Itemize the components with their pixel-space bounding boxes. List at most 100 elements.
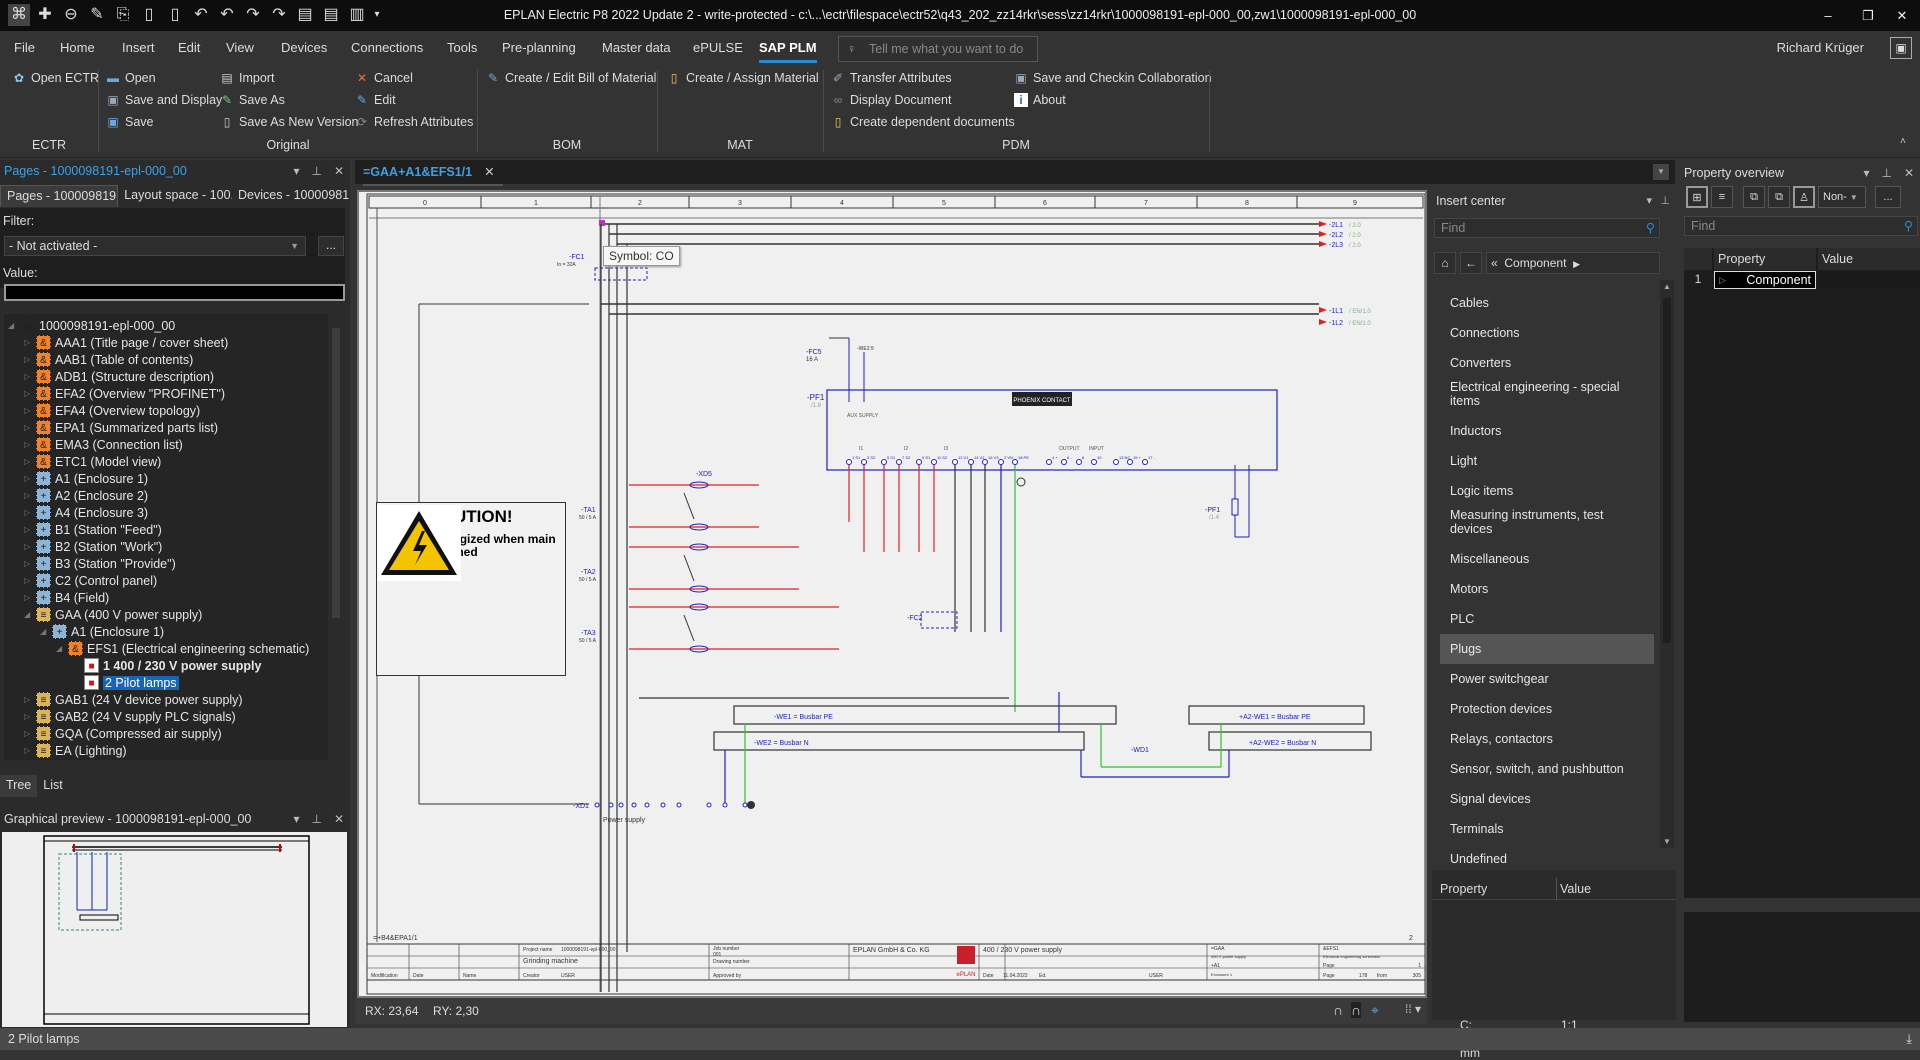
- expand-icon[interactable]: ▷: [24, 406, 36, 415]
- tab-layout-space[interactable]: Layout space - 100...: [118, 185, 232, 207]
- tree-node[interactable]: ▷ & EMA3 (Connection list): [24, 436, 183, 453]
- back-button[interactable]: ←: [1460, 252, 1482, 274]
- expand-icon[interactable]: ▷: [24, 457, 36, 466]
- tree-node[interactable]: ▷ + B2 (Station "Work"): [24, 538, 162, 555]
- insert-center-scrollbar[interactable]: ▲ ▼: [1660, 280, 1674, 848]
- tree-node[interactable]: ▷ & ETC1 (Model view): [24, 453, 161, 470]
- tree-node[interactable]: ▷ & ADB1 (Structure description): [24, 368, 214, 385]
- value-input[interactable]: [4, 284, 345, 301]
- tree-node[interactable]: ■ 1 400 / 230 V power supply: [72, 657, 261, 674]
- scroll-up-icon[interactable]: ▲: [1663, 282, 1671, 291]
- download-icon[interactable]: ⤓: [1906, 1028, 1912, 1050]
- insert-center-item[interactable]: Motors: [1440, 574, 1654, 604]
- tell-me-search[interactable]: ♀ Tell me what you want to do: [838, 36, 1038, 62]
- list-view-icon[interactable]: ≡: [1711, 186, 1733, 208]
- menu-pre-planning[interactable]: Pre-planning: [502, 40, 576, 55]
- panel-menu-icon[interactable]: ▾: [293, 160, 299, 182]
- menu-home[interactable]: Home: [60, 40, 95, 55]
- insert-center-item[interactable]: Terminals: [1440, 814, 1654, 844]
- refresh-attributes-button[interactable]: ⟳ Refresh Attributes: [355, 112, 473, 132]
- minimize-button[interactable]: –: [1808, 0, 1848, 31]
- expand-icon[interactable]: ▷: [24, 474, 36, 483]
- collapse-icon[interactable]: ◢: [8, 321, 20, 330]
- tab-pages[interactable]: Pages - 100009819...: [0, 185, 119, 207]
- snap-grid-icon[interactable]: ∩: [1351, 1002, 1362, 1018]
- cancel-button[interactable]: ✕ Cancel: [355, 68, 413, 88]
- insert-center-item[interactable]: Connections: [1440, 318, 1654, 348]
- tree-node[interactable]: ▷≡F (Emergency-stop control): [24, 759, 206, 760]
- tree-node[interactable]: ▷ & EFA2 (Overview "PROFINET"): [24, 385, 225, 402]
- expand-icon[interactable]: ▷: [24, 440, 36, 449]
- tree-node[interactable]: ◢ & EFS1 (Electrical engineering schematic…: [56, 640, 309, 657]
- filter-more-button[interactable]: ...: [318, 236, 344, 256]
- tree-node[interactable]: ◢ + A1 (Enclosure 1): [40, 623, 164, 640]
- expand-icon[interactable]: ▷: [24, 746, 36, 755]
- tab-tree[interactable]: Tree: [0, 775, 38, 797]
- insert-center-item[interactable]: Logic items: [1440, 476, 1654, 506]
- insert-center-item[interactable]: Electrical engineering - special items: [1440, 378, 1654, 410]
- insert-center-search[interactable]: Find ⚲: [1434, 218, 1660, 238]
- menu-view[interactable]: View: [226, 40, 254, 55]
- insert-center-item[interactable]: Measuring instruments, test devices: [1440, 506, 1654, 538]
- menu-edit[interactable]: Edit: [178, 40, 200, 55]
- insert-center-item[interactable]: Signal devices: [1440, 784, 1654, 814]
- open-button[interactable]: ▬ Open: [106, 68, 156, 88]
- tree-node[interactable]: ▷ ≡ GAB2 (24 V supply PLC signals): [24, 708, 236, 725]
- close-icon[interactable]: ✕: [1904, 162, 1914, 184]
- grid-dots-icon[interactable]: ⁞⁞ ▾: [1405, 1002, 1421, 1016]
- insert-center-item[interactable]: Plugs: [1440, 634, 1654, 664]
- open-ectr-button[interactable]: ✿ Open ECTR: [12, 68, 99, 88]
- save-and-display-button[interactable]: ▣ Save and Display: [106, 90, 222, 110]
- menu-epulse[interactable]: ePULSE: [693, 40, 743, 55]
- scrollbar-thumb[interactable]: [1663, 298, 1671, 643]
- close-icon[interactable]: ✕: [334, 808, 344, 830]
- import-button[interactable]: ▤ Import: [220, 68, 274, 88]
- expand-icon[interactable]: ▷: [24, 423, 36, 432]
- save-as-button[interactable]: ✎ Save As: [220, 90, 285, 110]
- tree-node[interactable]: ▷ + B4 (Field): [24, 589, 109, 606]
- preview-canvas[interactable]: [2, 832, 347, 1027]
- crosshair-icon[interactable]: ⌖: [1371, 1002, 1379, 1019]
- more-button[interactable]: ...: [1875, 186, 1901, 208]
- expand-icon[interactable]: ▷: [24, 372, 36, 381]
- expand-icon[interactable]: ▷: [24, 593, 36, 602]
- tree-node[interactable]: ▷ & EFA4 (Overview topology): [24, 402, 200, 419]
- collapse-icon[interactable]: ◢: [40, 627, 52, 636]
- copy-icon[interactable]: ⧉: [1743, 186, 1765, 208]
- account-icon[interactable]: ▣: [1890, 37, 1912, 59]
- expand-icon[interactable]: ▷: [24, 491, 36, 500]
- tab-list[interactable]: List: [37, 775, 68, 797]
- insert-center-item[interactable]: PLC: [1440, 604, 1654, 634]
- collapse-ribbon-icon[interactable]: ˄: [1900, 136, 1906, 147]
- menu-tools[interactable]: Tools: [447, 40, 477, 55]
- filter-dropdown[interactable]: Non- ▼: [1818, 186, 1866, 208]
- tree-node[interactable]: ▷ & AAB1 (Table of contents): [24, 351, 193, 368]
- pin-icon[interactable]: ⊥: [311, 160, 321, 182]
- search-icon[interactable]: ⚲: [1646, 219, 1655, 237]
- expand-icon[interactable]: ▷: [24, 338, 36, 347]
- expand-icon[interactable]: ▷: [24, 525, 36, 534]
- close-tab-icon[interactable]: ✕: [484, 165, 494, 179]
- document-tab[interactable]: =GAA+A1&EFS1/1 ✕: [363, 160, 503, 186]
- schematic-canvas[interactable]: 0 1 2 3 4 5 6 7 8 9 -2L1 / 2.0 -2L2 / 2.0 -2L3 / 2.0 -1L…: [357, 190, 1427, 998]
- insert-center-item[interactable]: Miscellaneous: [1440, 544, 1654, 574]
- tree-node[interactable]: ■ 2 Pilot lamps: [72, 674, 179, 691]
- user-name[interactable]: Richard Krüger: [1777, 40, 1864, 55]
- pin-icon[interactable]: ⊥: [311, 808, 321, 830]
- user-filter-icon[interactable]: ♙: [1793, 186, 1815, 208]
- edit-button[interactable]: ✎ Edit: [355, 90, 396, 110]
- collapse-icon[interactable]: ◢: [56, 644, 68, 653]
- tree-node[interactable]: ▷ + A1 (Enclosure 1): [24, 470, 148, 487]
- breadcrumb[interactable]: « Component ▶: [1486, 252, 1660, 274]
- expand-icon[interactable]: ▷: [24, 542, 36, 551]
- transfer-attributes-button[interactable]: ✐ Transfer Attributes: [831, 68, 952, 88]
- search-icon[interactable]: ⚲: [1904, 217, 1913, 235]
- pin-icon[interactable]: ⊥: [1881, 162, 1891, 184]
- create-assign-material-button[interactable]: ▯ Create / Assign Material: [667, 68, 819, 88]
- tree-node[interactable]: ◢ ≡ GAA (400 V power supply): [24, 606, 202, 623]
- insert-center-item[interactable]: Light: [1440, 446, 1654, 476]
- home-button[interactable]: ⌂: [1434, 252, 1456, 274]
- pin-icon[interactable]: ⊥: [1660, 194, 1670, 207]
- expand-icon[interactable]: ▷: [24, 508, 36, 517]
- menu-devices[interactable]: Devices: [281, 40, 327, 55]
